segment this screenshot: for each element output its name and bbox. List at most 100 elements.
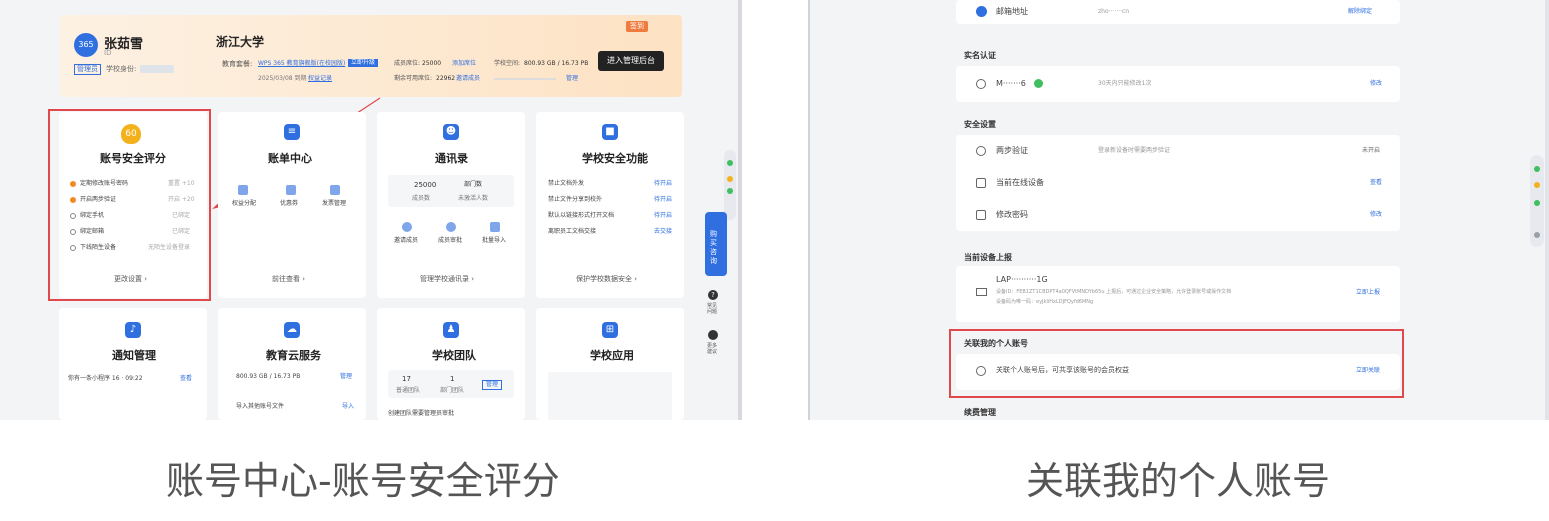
teams-stat1: 17 xyxy=(402,375,411,383)
card-school-security-title: 学校安全功能 xyxy=(582,152,648,165)
stat-depts-label: 未激活人数 xyxy=(458,195,489,202)
status-dot-yellow xyxy=(727,176,733,182)
stat-members-value: 25000 xyxy=(414,181,437,189)
contacts-action-3[interactable]: 批量导入 xyxy=(482,238,506,244)
right-screenshot: 邮箱地址 zho·······cn 解除绑定 实名认证 M·······6 30… xyxy=(808,0,1549,420)
apps-icon: ⊞ xyxy=(602,322,618,338)
monitor-icon xyxy=(976,288,987,296)
billing-footer-link[interactable]: 前往查看 › xyxy=(272,276,305,283)
notification-link[interactable]: 查看 xyxy=(180,376,192,382)
section-renew: 续费管理 xyxy=(964,408,996,417)
stat-depts-value: 部门数 xyxy=(464,181,483,188)
import-icon xyxy=(490,222,500,232)
card-notification-title: 通知管理 xyxy=(112,349,156,362)
school-sec-1-action[interactable]: 待开启 xyxy=(654,181,672,187)
status-dot-grey xyxy=(1534,232,1540,238)
card-cloud-title: 教育云服务 xyxy=(266,349,321,362)
cloud-usage: 800.93 GB / 16.73 PB xyxy=(236,373,301,380)
id-icon xyxy=(976,79,986,89)
security-row-3-action[interactable]: 修改 xyxy=(1370,212,1382,218)
verified-icon xyxy=(1034,79,1043,88)
school-sec-4-action[interactable]: 去交接 xyxy=(654,229,672,235)
status-dot-yellow xyxy=(1534,182,1540,188)
contacts-action-2[interactable]: 成员审批 xyxy=(438,238,462,244)
security-row-3: 修改密码 xyxy=(996,210,1028,219)
invoice-icon xyxy=(330,185,340,195)
device-icon xyxy=(976,178,986,188)
school-sec-4: 离职员工文档交接 xyxy=(548,228,597,235)
cloud-import-link[interactable]: 导入 xyxy=(342,404,354,410)
left-border xyxy=(808,0,810,420)
realname-value: M·······6 xyxy=(996,79,1026,88)
security-row-1-action[interactable]: 未开启 xyxy=(1362,148,1380,154)
highlight-box xyxy=(48,109,211,301)
email-label: 邮箱地址 xyxy=(996,7,1028,16)
bill-icon: ≡ xyxy=(284,124,300,140)
invite-icon xyxy=(402,222,412,232)
team-icon: ♟ xyxy=(443,322,459,338)
highlight-box xyxy=(949,329,1404,398)
security-row-1: 两步验证 xyxy=(996,146,1028,155)
left-screenshot: 365 张茹雪 ID 管理员 学校身份: 浙江大学 教育套餐: WPS 365 … xyxy=(0,0,742,420)
cloud-import-line: 导入其他账号文件 xyxy=(236,403,285,410)
cloud-manage-link[interactable]: 管理 xyxy=(340,374,352,380)
caption-left: 账号中心-账号安全评分 xyxy=(166,459,560,503)
school-sec-3: 默认以链接形式打开文档 xyxy=(548,212,615,219)
teams-stat2-label: 部门团队 xyxy=(440,387,465,394)
window-edge xyxy=(738,0,742,420)
shield-check-icon xyxy=(976,146,986,156)
realname-edit-link[interactable]: 修改 xyxy=(1370,81,1382,87)
section-security: 安全设置 xyxy=(964,120,996,129)
contacts-stats xyxy=(388,175,514,207)
contacts-icon: ☻ xyxy=(443,124,459,140)
school-sec-3-action[interactable]: 待开启 xyxy=(654,213,672,219)
card-teams-title: 学校团队 xyxy=(432,349,476,362)
contacts-footer-link[interactable]: 管理学校通讯录 › xyxy=(420,276,474,283)
school-sec-1: 禁止文档外发 xyxy=(548,180,585,187)
apps-placeholder xyxy=(548,372,672,420)
card-contacts-title: 通讯录 xyxy=(435,152,468,165)
billing-item-3[interactable]: 发票管理 xyxy=(322,201,346,207)
billing-item-1[interactable]: 权益分配 xyxy=(232,201,256,207)
status-dot-green xyxy=(1534,166,1540,172)
school-sec-2: 禁止文件分享到校外 xyxy=(548,196,603,203)
status-dot-green xyxy=(727,160,733,166)
notification-line: 你有一条小程序 16 · 09:22 xyxy=(68,375,143,382)
rights-icon xyxy=(238,185,248,195)
email-unbind-link[interactable]: 解除绑定 xyxy=(1348,9,1372,15)
coupon-icon xyxy=(286,185,296,195)
consult-label: 购买咨询 xyxy=(710,230,717,265)
cloud-icon: ☁ xyxy=(284,322,300,338)
feedback-icon[interactable] xyxy=(708,330,718,340)
teams-manage-button[interactable]: 管理 xyxy=(482,380,503,390)
stat-members-label: 成员数 xyxy=(412,195,431,202)
feedback-label[interactable]: 更多建议 xyxy=(707,343,719,355)
status-dot-green xyxy=(1534,200,1540,206)
teams-stat2: 1 xyxy=(450,375,455,383)
card-apps-title: 学校应用 xyxy=(590,349,634,362)
school-sec-footer-link[interactable]: 保护学校数据安全 › xyxy=(576,276,637,283)
caption-right: 关联我的个人账号 xyxy=(1026,459,1331,503)
device-report-link[interactable]: 立即上报 xyxy=(1356,290,1380,296)
device-line-1: 设备ID：FEB1ZT1CBDPT4a0QFVtMNDYb65u 上报后，可通过… xyxy=(996,289,1232,295)
contacts-action-1[interactable]: 邀请成员 xyxy=(394,238,418,244)
section-device: 当前设备上报 xyxy=(964,253,1012,262)
security-row-1-hint: 登录新设备时需要两步验证 xyxy=(1098,147,1171,154)
billing-item-2[interactable]: 优惠券 xyxy=(280,201,298,207)
security-row-2: 当前在线设备 xyxy=(996,178,1044,187)
security-row-2-action[interactable]: 查看 xyxy=(1370,180,1382,186)
card-billing-title: 账单中心 xyxy=(268,152,312,165)
section-realname: 实名认证 xyxy=(964,51,996,60)
lock-icon xyxy=(976,210,986,220)
mail-icon xyxy=(976,6,987,17)
realname-hint: 30天内只能修改1次 xyxy=(1098,80,1152,87)
help-icon[interactable]: ? xyxy=(708,290,718,300)
email-value: zho·······cn xyxy=(1098,8,1130,15)
scrollbar[interactable] xyxy=(1545,0,1549,420)
device-line-2: 设备码为唯一码：eyJkIiHxLDJFQyfd6MNg xyxy=(996,299,1094,305)
teams-stat1-label: 普通团队 xyxy=(396,387,421,394)
help-label[interactable]: 常见问题 xyxy=(707,303,719,315)
school-sec-2-action[interactable]: 待开启 xyxy=(654,197,672,203)
bell-icon: ♪ xyxy=(125,322,141,338)
status-dot-green xyxy=(727,188,733,194)
